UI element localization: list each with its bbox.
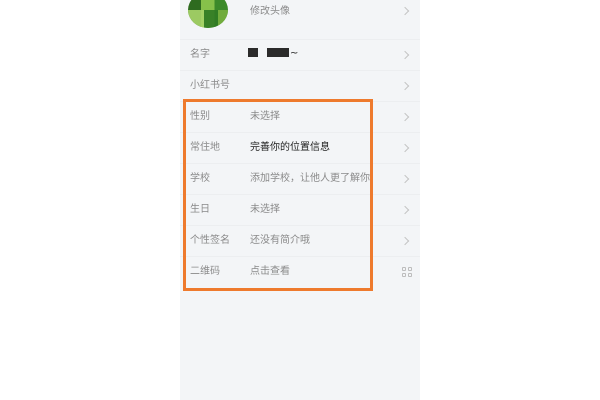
avatar-row[interactable]: 修改头像 (180, 0, 420, 40)
residence-label: 常住地 (190, 142, 220, 153)
avatar-label: 修改头像 (250, 6, 290, 17)
chevron-right-icon (400, 205, 410, 215)
chevron-right-icon (400, 81, 410, 91)
chevron-right-icon (400, 6, 410, 16)
birthday-label: 生日 (190, 204, 210, 215)
name-label: 名字 (190, 49, 210, 60)
qrcode-row[interactable]: 二维码 点击查看 (180, 257, 420, 288)
name-row[interactable]: 名字 ~ (180, 40, 420, 71)
residence-value: 完善你的位置信息 (250, 142, 330, 153)
school-row[interactable]: 学校 添加学校，让他人更了解你 (180, 164, 420, 195)
chevron-right-icon (400, 112, 410, 122)
birthday-row[interactable]: 生日 未选择 (180, 195, 420, 226)
qrcode-value: 点击查看 (250, 266, 290, 277)
avatar (188, 0, 228, 28)
chevron-right-icon (400, 50, 410, 60)
signature-row[interactable]: 个性签名 还没有简介哦 (180, 226, 420, 257)
residence-row[interactable]: 常住地 完善你的位置信息 (180, 133, 420, 164)
name-value: ~ (290, 48, 299, 59)
chevron-right-icon (400, 143, 410, 153)
qrcode-label: 二维码 (190, 266, 220, 277)
chevron-right-icon (400, 174, 410, 184)
signature-label: 个性签名 (190, 235, 230, 246)
gender-value: 未选择 (250, 111, 280, 122)
redacted-name-block (267, 48, 289, 57)
qrcode-icon (402, 267, 412, 277)
signature-value: 还没有简介哦 (250, 235, 310, 246)
chevron-right-icon (400, 236, 410, 246)
gender-label: 性别 (190, 111, 210, 122)
account-id-label: 小红书号 (190, 80, 230, 91)
account-id-row[interactable]: 小红书号 (180, 71, 420, 102)
school-label: 学校 (190, 173, 210, 184)
redacted-name-block (248, 48, 258, 57)
birthday-value: 未选择 (250, 204, 280, 215)
phone-screen: 修改头像 名字 ~ 小红书号 性别 未选择 常住地 完善你的位置信息 学校 添加… (180, 0, 420, 400)
gender-row[interactable]: 性别 未选择 (180, 102, 420, 133)
school-value: 添加学校，让他人更了解你 (250, 173, 370, 184)
